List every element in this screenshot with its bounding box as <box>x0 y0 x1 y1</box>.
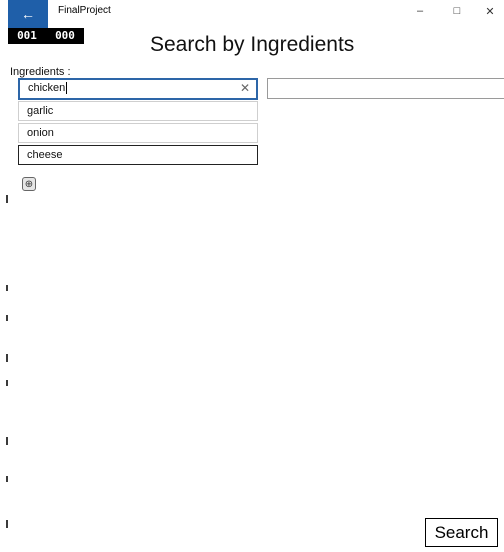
maximize-icon: □ <box>453 5 461 17</box>
back-button[interactable]: ← <box>8 0 48 28</box>
ingredient-input-2[interactable]: garlic <box>18 101 258 121</box>
counter-right: 000 <box>55 29 75 42</box>
text-caret <box>66 82 68 95</box>
clear-icon[interactable]: ✕ <box>240 80 250 96</box>
ingredient-input-4[interactable]: cheese <box>18 145 258 165</box>
close-button[interactable]: ✕ <box>480 5 500 18</box>
search-button-label: Search <box>434 522 489 542</box>
search-button[interactable]: Search <box>425 518 498 547</box>
ingredient-value: chicken <box>28 82 66 94</box>
window-edge <box>0 0 8 552</box>
app-title: FinalProject <box>58 5 111 16</box>
add-icon: ⊕ <box>24 178 34 190</box>
ingredients-label: Ingredients : <box>10 66 71 78</box>
minimize-icon: – <box>416 5 424 17</box>
add-ingredient-button[interactable]: ⊕ <box>22 177 36 191</box>
page-title: Search by Ingredients <box>150 33 355 56</box>
maximize-button[interactable]: □ <box>447 5 467 17</box>
ingredient-input-1[interactable]: chicken ✕ <box>18 78 258 100</box>
frame-counter: 001 000 <box>8 28 84 44</box>
ingredient-value: onion <box>27 127 54 139</box>
secondary-input[interactable] <box>267 78 504 99</box>
ingredient-value: garlic <box>27 105 54 117</box>
counter-left: 001 <box>17 29 37 42</box>
minimize-button[interactable]: – <box>410 5 430 17</box>
close-icon: ✕ <box>485 6 495 18</box>
ingredient-input-3[interactable]: onion <box>18 123 258 143</box>
back-arrow-icon: ← <box>21 6 35 22</box>
ingredient-value: cheese <box>27 149 63 161</box>
